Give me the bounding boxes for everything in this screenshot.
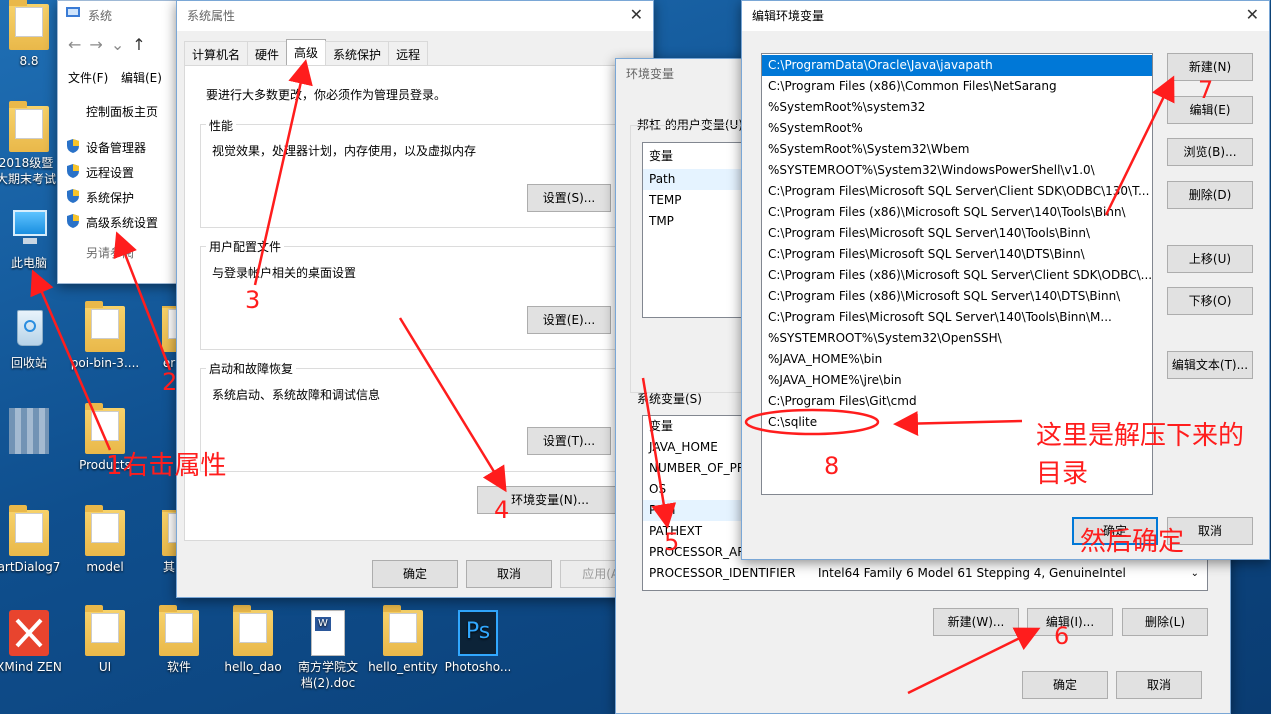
arrow-4 — [398, 317, 507, 493]
annotation-note-line2: 目录 — [1036, 459, 1089, 489]
annotation-note-line1: 这里是解压下来的 — [1036, 421, 1245, 451]
arrow-8 — [893, 411, 1023, 437]
annotation-confirm: 然后确定 — [1080, 527, 1185, 557]
arrow-5 — [641, 377, 677, 529]
annotation-8: 8 — [824, 452, 840, 480]
annotation-3: 3 — [245, 286, 261, 314]
arrow-2 — [113, 231, 172, 371]
annotation-6: 6 — [1054, 622, 1070, 650]
annotation-7: 7 — [1198, 76, 1214, 104]
annotation-step1: 1右击属性 — [106, 451, 227, 481]
arrow-1 — [30, 269, 112, 451]
sqlite-highlight-ellipse — [744, 408, 880, 436]
arrow-6 — [907, 627, 1041, 695]
annotation-5: 5 — [664, 528, 680, 556]
annotation-4: 4 — [494, 496, 510, 524]
annotation-2: 2 — [162, 368, 178, 396]
arrow-3 — [253, 59, 313, 286]
annotation-arrows — [30, 59, 1175, 695]
arrow-7 — [1104, 75, 1175, 216]
